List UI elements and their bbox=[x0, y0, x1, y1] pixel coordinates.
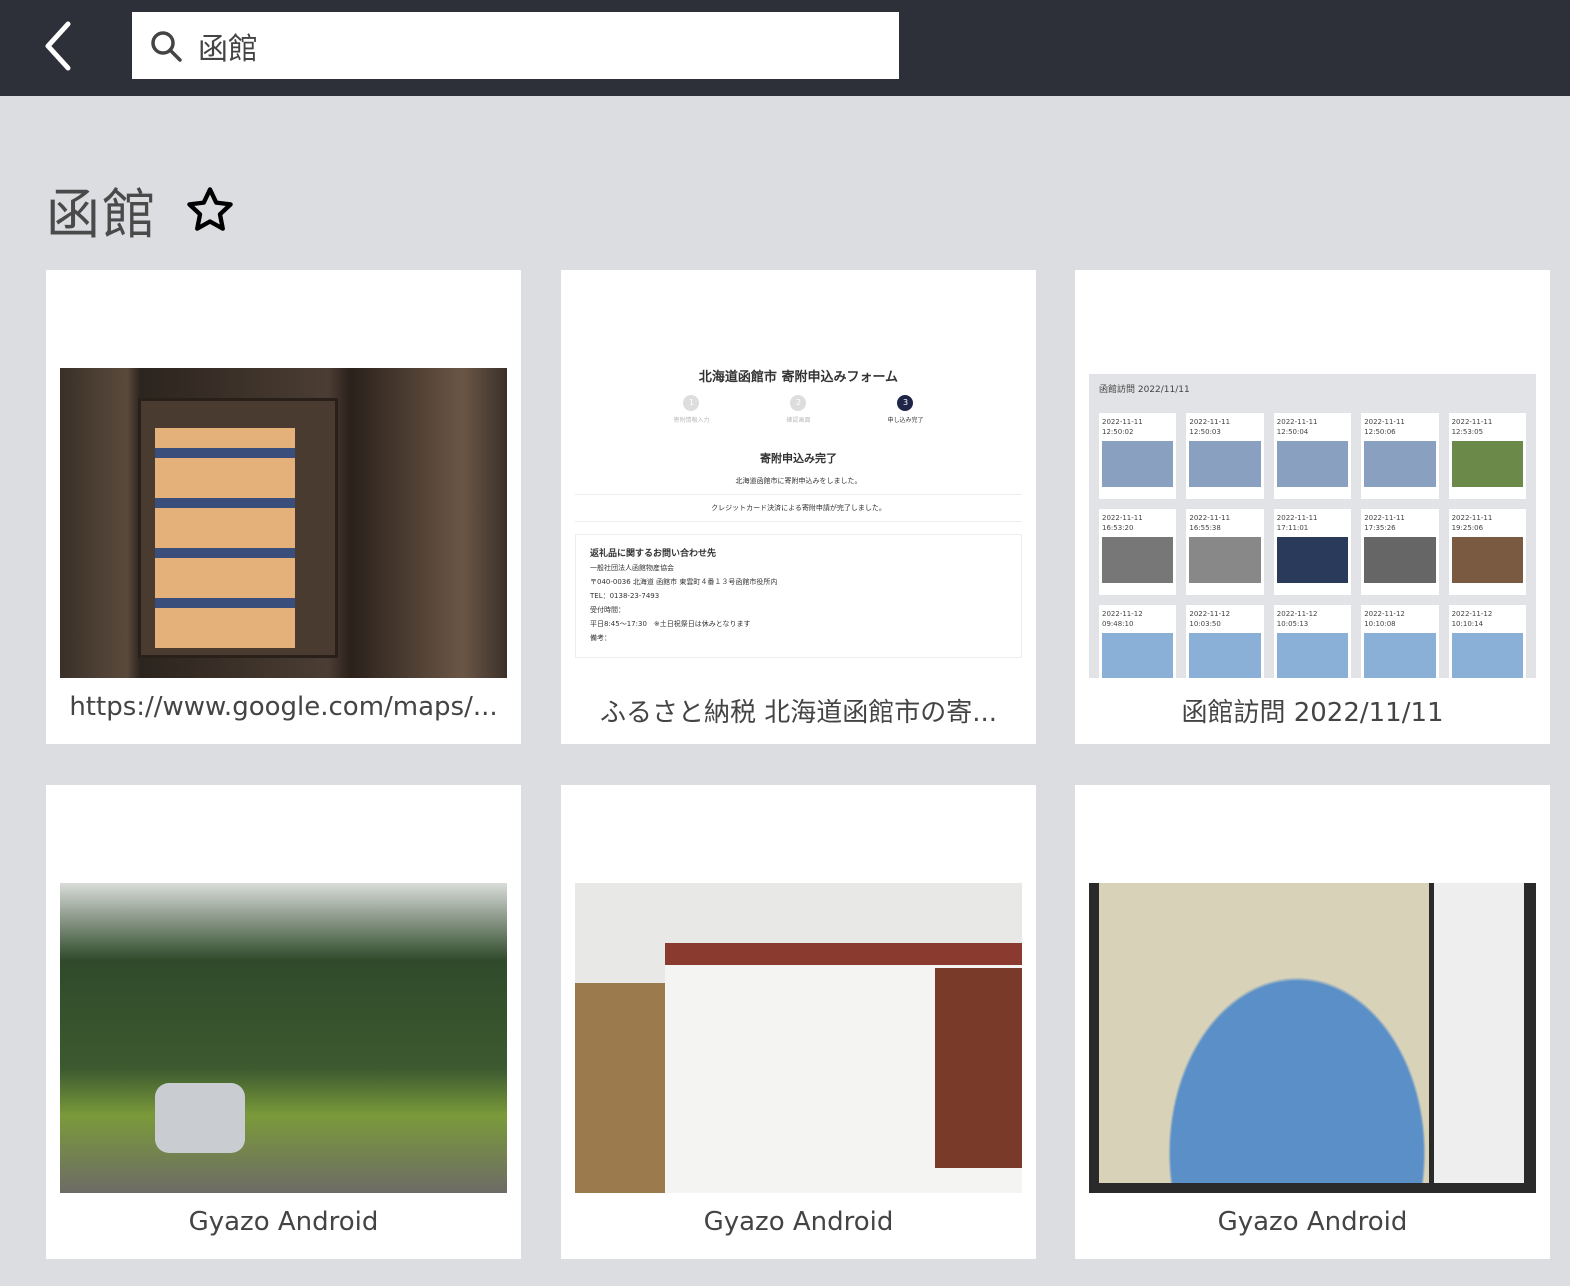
form-status: 寄附申込み完了 bbox=[760, 452, 837, 465]
gallery-photo bbox=[1276, 537, 1349, 583]
gallery-photo bbox=[1276, 441, 1349, 487]
gallery-item: 2022-11-12 10:03:50 bbox=[1186, 605, 1264, 678]
search-box[interactable] bbox=[132, 12, 899, 79]
image-card[interactable]: https://www.google.com/maps/... bbox=[46, 270, 521, 744]
thumbnail-donation-form: 北海道函館市 寄附申込みフォーム 1 寄附情報入力 2 確認画面 3 申し込み完了 寄… bbox=[575, 368, 1022, 678]
thumbnail-map bbox=[1089, 883, 1536, 1193]
gallery-item: 2022-11-12 10:10:14 bbox=[1448, 605, 1526, 678]
gallery-item: 2022-11-11 12:50:02 bbox=[1099, 413, 1177, 499]
card-caption: Gyazo Android bbox=[188, 1207, 379, 1237]
card-caption: Gyazo Android bbox=[703, 1207, 894, 1237]
gallery-item: 2022-11-11 16:55:38 bbox=[1186, 509, 1264, 595]
image-card[interactable]: Gyazo Android bbox=[1075, 785, 1550, 1259]
thumbnail-gallery: 函館訪問 2022/11/11 2022-11-11 12:50:02 2022-1… bbox=[1089, 374, 1536, 678]
gallery-photo bbox=[1364, 633, 1436, 678]
back-button[interactable] bbox=[38, 18, 82, 74]
page-header: 函館 bbox=[46, 170, 236, 249]
gallery-item: 2022-11-12 10:05:13 bbox=[1273, 605, 1352, 678]
image-card[interactable]: Gyazo Android bbox=[46, 785, 521, 1259]
gallery-photo bbox=[1102, 441, 1174, 487]
image-card[interactable]: Gyazo Android bbox=[561, 785, 1036, 1259]
gallery-item: 2022-11-11 12:50:06 bbox=[1361, 413, 1439, 499]
gallery-photo bbox=[1102, 537, 1174, 583]
gallery-photo bbox=[1364, 537, 1436, 583]
form-steps: 1 寄附情報入力 2 確認画面 3 申し込み完了 bbox=[635, 395, 962, 424]
gallery-photo bbox=[1189, 537, 1261, 583]
gallery-photo bbox=[1102, 633, 1174, 678]
top-bar bbox=[0, 0, 1570, 96]
contact-box: 返礼品に関するお問い合わせ先 一般社団法人函館物産協会 〒040-0036 北海… bbox=[575, 534, 1022, 658]
page-title: 函館 bbox=[46, 183, 158, 246]
chevron-left-icon bbox=[45, 21, 71, 71]
star-outline-icon[interactable] bbox=[184, 184, 236, 236]
gallery-photo bbox=[1189, 441, 1261, 487]
gallery-photo bbox=[1451, 537, 1523, 583]
card-caption: https://www.google.com/maps/... bbox=[69, 692, 498, 722]
gallery-grid: 2022-11-11 12:50:02 2022-11-11 12:50:03 2022… bbox=[1099, 413, 1526, 678]
form-title: 北海道函館市 寄附申込みフォーム bbox=[698, 370, 899, 385]
gallery-photo bbox=[1276, 633, 1349, 678]
gallery-item: 2022-11-12 10:10:08 bbox=[1361, 605, 1439, 678]
gallery-item: 2022-11-11 12:53:05 bbox=[1448, 413, 1526, 499]
gallery-item: 2022-11-11 16:53:20 bbox=[1099, 509, 1177, 595]
card-caption: ふるさと納税 北海道函館市の寄... bbox=[599, 698, 998, 728]
thumbnail-trappist-history bbox=[575, 883, 1022, 1193]
form-text: クレジットカード決済による寄附申請が完了しました。 bbox=[711, 504, 886, 512]
gallery-item: 2022-11-12 09:48:10 bbox=[1099, 605, 1177, 678]
gallery-item: 2022-11-11 17:35:26 bbox=[1361, 509, 1439, 595]
card-caption: 函館訪問 2022/11/11 bbox=[1181, 698, 1444, 728]
gallery-title: 函館訪問 2022/11/11 bbox=[1099, 385, 1190, 395]
search-icon bbox=[151, 30, 182, 62]
gallery-photo bbox=[1189, 633, 1261, 678]
thumbnail-vending-machine bbox=[60, 368, 507, 678]
gallery-photo bbox=[1451, 633, 1523, 678]
gallery-item: 2022-11-11 12:50:03 bbox=[1186, 413, 1264, 499]
image-card[interactable]: 函館訪問 2022/11/11 2022-11-11 12:50:02 2022-1… bbox=[1075, 270, 1550, 744]
thumbnail-tree-avenue bbox=[60, 883, 507, 1193]
gallery-photo bbox=[1451, 441, 1523, 487]
gallery-item: 2022-11-11 17:11:01 bbox=[1273, 509, 1352, 595]
card-caption: Gyazo Android bbox=[1217, 1207, 1408, 1237]
gallery-item: 2022-11-11 12:50:04 bbox=[1273, 413, 1352, 499]
search-input[interactable] bbox=[198, 28, 848, 63]
gallery-item: 2022-11-11 19:25:06 bbox=[1448, 509, 1526, 595]
gallery-photo bbox=[1364, 441, 1436, 487]
image-card[interactable]: 北海道函館市 寄附申込みフォーム 1 寄附情報入力 2 確認画面 3 申し込み完了 寄… bbox=[561, 270, 1036, 744]
form-text: 北海道函館市に寄附申込みをしました。 bbox=[735, 477, 862, 485]
